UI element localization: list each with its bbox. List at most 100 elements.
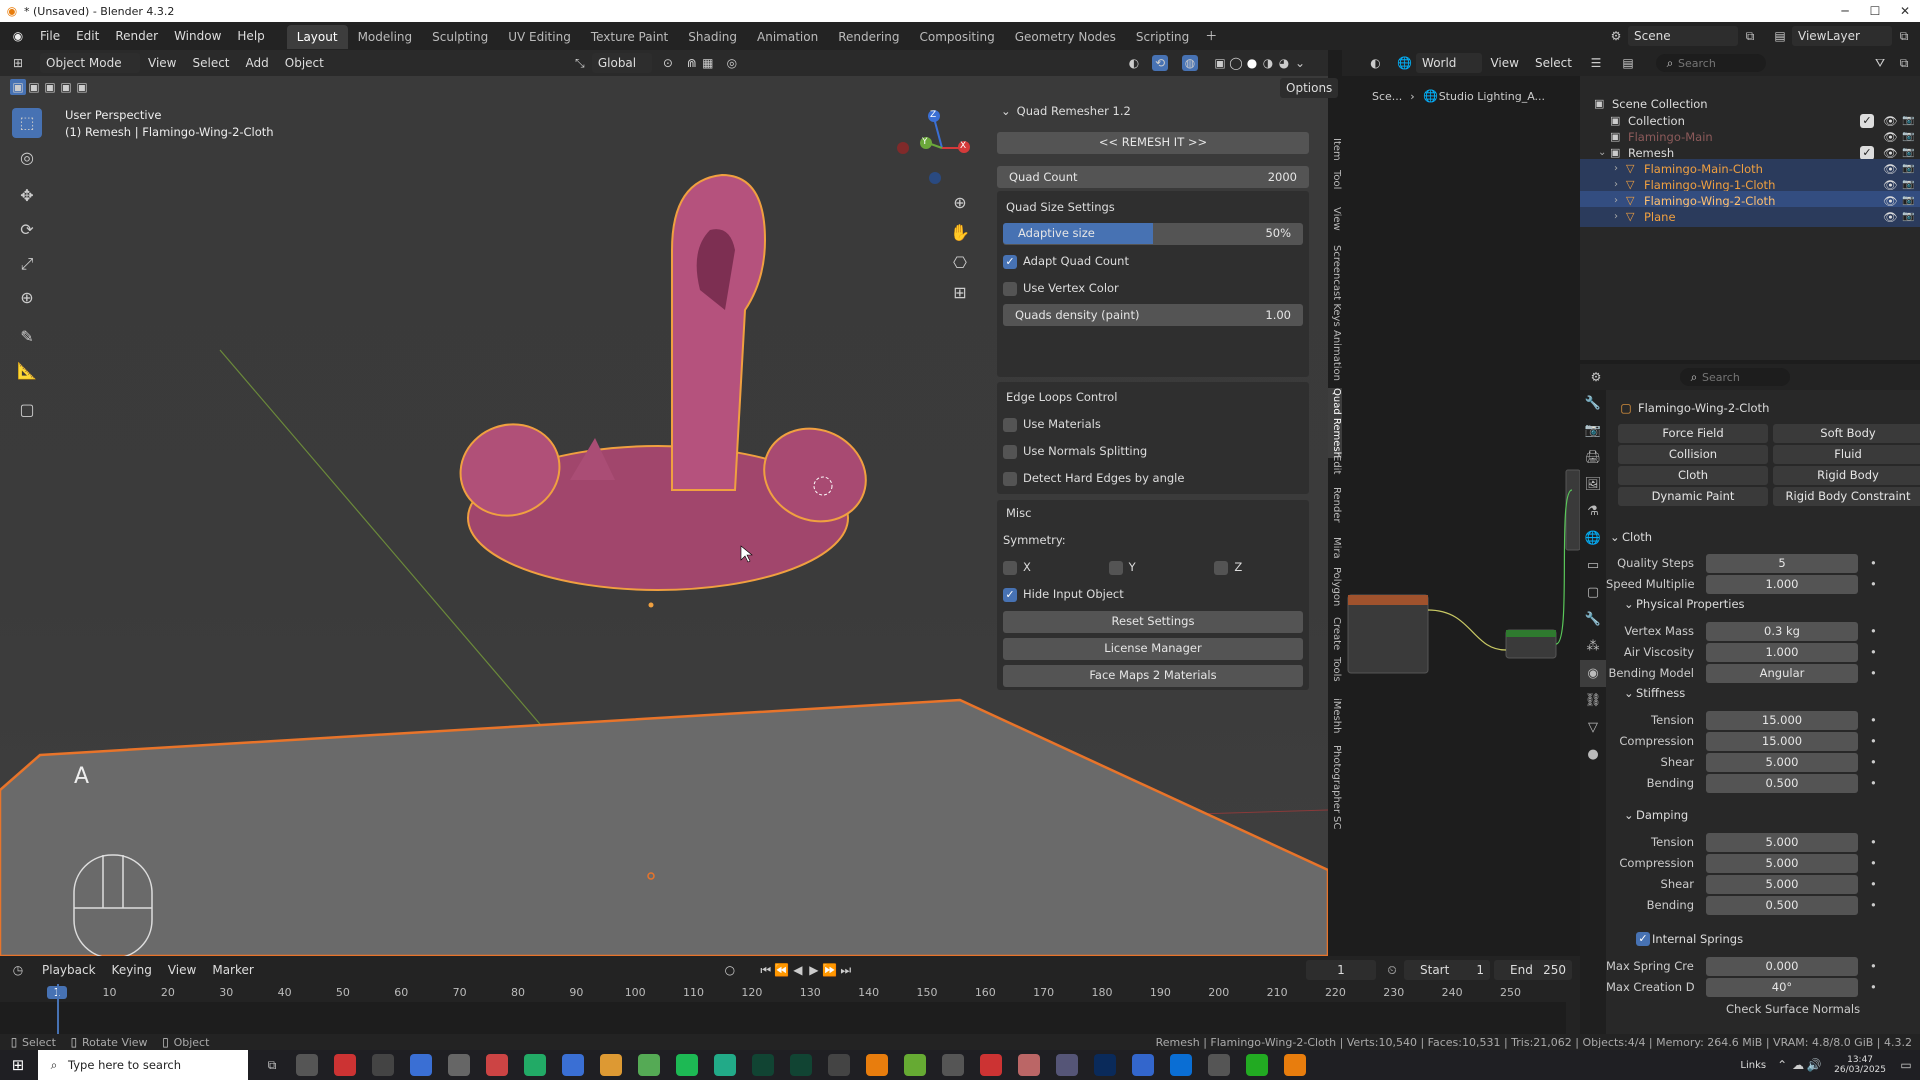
app-icon[interactable] <box>600 1054 622 1076</box>
property-value-field[interactable]: 1.000 <box>1706 575 1858 594</box>
app-icon[interactable] <box>524 1054 546 1076</box>
material-tab-icon[interactable]: ● <box>1580 741 1606 768</box>
app-icon[interactable] <box>1170 1054 1192 1076</box>
snap-icon[interactable]: ⋒ <box>684 55 700 71</box>
app-icon[interactable] <box>1094 1054 1116 1076</box>
new-collection-icon[interactable]: ⧉ <box>1896 55 1912 71</box>
section-header[interactable]: Cloth <box>1622 530 1652 544</box>
keyframe-dot-icon[interactable]: • <box>1870 877 1877 891</box>
quad-count-field[interactable]: Quad Count 2000 <box>997 166 1309 188</box>
pan-hand-icon[interactable]: ✋ <box>950 218 970 248</box>
orientation-selector[interactable]: Global <box>591 53 652 73</box>
keyframe-dot-icon[interactable]: • <box>1870 645 1877 659</box>
ortho-grid-icon[interactable]: ⊞ <box>950 278 970 308</box>
add-cube-tool[interactable]: ▢ <box>12 395 42 425</box>
minimize-button[interactable]: ─ <box>1830 4 1860 18</box>
app-icon[interactable] <box>714 1054 736 1076</box>
cursor-tool[interactable]: ◎ <box>12 143 42 173</box>
timeline-menu-view[interactable]: View <box>160 956 204 984</box>
tab-uv-editing[interactable]: UV Editing <box>498 25 581 49</box>
scene-icon[interactable]: ⚙ <box>1608 28 1624 44</box>
property-value-field[interactable]: 5.000 <box>1706 875 1858 894</box>
license-manager-button[interactable]: License Manager <box>1003 638 1303 660</box>
network-icon[interactable]: ☁ <box>1790 1057 1806 1073</box>
property-value-field[interactable]: 0.000 <box>1706 957 1858 976</box>
property-value-field[interactable]: 0.500 <box>1706 896 1858 915</box>
app-icon[interactable] <box>486 1054 508 1076</box>
sidebar-tab-7[interactable]: Render <box>1328 487 1342 523</box>
symmetry-x-checkbox[interactable]: X <box>1003 556 1105 578</box>
view-layer-tab-icon[interactable]: 🖼 <box>1580 471 1606 498</box>
app-icon[interactable] <box>904 1054 926 1076</box>
app-icon[interactable] <box>1132 1054 1154 1076</box>
expand-right-icon[interactable]: › <box>1614 207 1618 227</box>
keyframe-dot-icon[interactable]: • <box>1870 713 1877 727</box>
preview-range-icon[interactable]: ⏲ <box>1384 962 1400 978</box>
start-frame-field[interactable]: Start 1 <box>1404 960 1490 980</box>
adapt-quad-count-checkbox[interactable]: ✓ Adapt Quad Count <box>1003 250 1315 272</box>
keyframe-dot-icon[interactable]: • <box>1870 666 1877 680</box>
app-icon[interactable] <box>638 1054 660 1076</box>
timeline-menu-marker[interactable]: Marker <box>204 956 261 984</box>
tab-modeling[interactable]: Modeling <box>348 25 423 49</box>
property-value-field[interactable]: 0.500 <box>1706 774 1858 793</box>
editor-type-icon[interactable]: ☰ <box>1588 55 1604 71</box>
app-icon[interactable] <box>562 1054 584 1076</box>
sidebar-tab-0[interactable]: Item <box>1328 138 1342 161</box>
face-maps-button[interactable]: Face Maps 2 Materials <box>1003 665 1303 687</box>
prev-keyframe-icon[interactable]: ⏪ <box>774 962 790 978</box>
property-value-field[interactable]: 5.000 <box>1706 833 1858 852</box>
sidebar-tab-14[interactable]: SC <box>1328 816 1342 829</box>
sidebar-tab-1[interactable]: Tool <box>1328 170 1342 189</box>
app-icon[interactable] <box>790 1054 812 1076</box>
property-value-field[interactable]: 5.000 <box>1706 854 1858 873</box>
windows-start-icon[interactable]: ⊞ <box>10 1057 26 1073</box>
property-value-field[interactable]: 5.000 <box>1706 753 1858 772</box>
select-intersect-icon[interactable]: ▣ <box>74 79 90 95</box>
viewport-menu-view[interactable]: View <box>140 49 184 77</box>
select-new-icon[interactable]: ▣ <box>10 79 26 95</box>
taskbar-search[interactable]: ⌕ Type here to search <box>38 1050 248 1080</box>
collapse-arrow-icon[interactable]: ⌄ <box>1624 686 1634 700</box>
sidebar-tab-4[interactable]: Animation <box>1328 330 1342 381</box>
property-value-field[interactable]: 1.000 <box>1706 643 1858 662</box>
app-icon[interactable] <box>1208 1054 1230 1076</box>
current-frame-field[interactable]: 1 <box>1306 960 1376 980</box>
modifiers-tab-icon[interactable]: 🔧 <box>1580 606 1606 633</box>
tab-animation[interactable]: Animation <box>747 25 828 49</box>
proportional-edit-icon[interactable]: ◎ <box>724 55 740 71</box>
property-value-field[interactable]: 15.000 <box>1706 711 1858 730</box>
new-scene-icon[interactable]: ⧉ <box>1742 28 1758 44</box>
sidebar-tab-8[interactable]: Mira <box>1328 537 1342 559</box>
tab-texture-paint[interactable]: Texture Paint <box>581 25 678 49</box>
app-icon[interactable] <box>334 1054 356 1076</box>
measure-tool[interactable]: 📐 <box>12 356 42 386</box>
tray-chevron-icon[interactable]: ⌃ <box>1774 1057 1790 1073</box>
end-frame-field[interactable]: End 250 <box>1494 960 1572 980</box>
exclude-checkbox[interactable]: ✓ <box>1860 114 1874 128</box>
data-tab-icon[interactable]: ▽ <box>1580 714 1606 741</box>
select-invert-icon[interactable]: ▣ <box>58 79 74 95</box>
use-normals-splitting-checkbox[interactable]: Use Normals Splitting <box>1003 440 1315 462</box>
app-icon[interactable] <box>942 1054 964 1076</box>
viewlayer-icon[interactable]: ▤ <box>1772 28 1788 44</box>
maximize-button[interactable]: ☐ <box>1860 4 1890 18</box>
constraints-tab-icon[interactable]: ⛓ <box>1580 687 1606 714</box>
timeline-track[interactable]: 1102030405060708090100110120130140150160… <box>0 984 1566 1036</box>
section-header[interactable]: Stiffness <box>1636 686 1685 700</box>
rotate-tool[interactable]: ⟳ <box>12 215 42 245</box>
new-viewlayer-icon[interactable]: ⧉ <box>1896 28 1912 44</box>
keyframe-dot-icon[interactable]: • <box>1870 835 1877 849</box>
sidebar-tab-9[interactable]: Polygon <box>1328 567 1342 606</box>
sidebar-tab-6[interactable]: Edit <box>1328 455 1342 474</box>
viewport-menu-object[interactable]: Object <box>277 49 332 77</box>
property-value-field[interactable]: 5 <box>1706 554 1858 573</box>
particles-tab-icon[interactable]: ⁂ <box>1580 633 1606 660</box>
output-tab-icon[interactable]: 🖨 <box>1580 444 1606 471</box>
scene-tab-icon[interactable]: ⚗ <box>1580 498 1606 525</box>
collapse-arrow-icon[interactable]: ⌄ <box>1624 808 1634 822</box>
viewport-menu-select[interactable]: Select <box>184 49 237 77</box>
app-icon[interactable] <box>676 1054 698 1076</box>
next-keyframe-icon[interactable]: ⏩ <box>822 962 838 978</box>
scene-selector[interactable]: Scene <box>1628 26 1738 46</box>
